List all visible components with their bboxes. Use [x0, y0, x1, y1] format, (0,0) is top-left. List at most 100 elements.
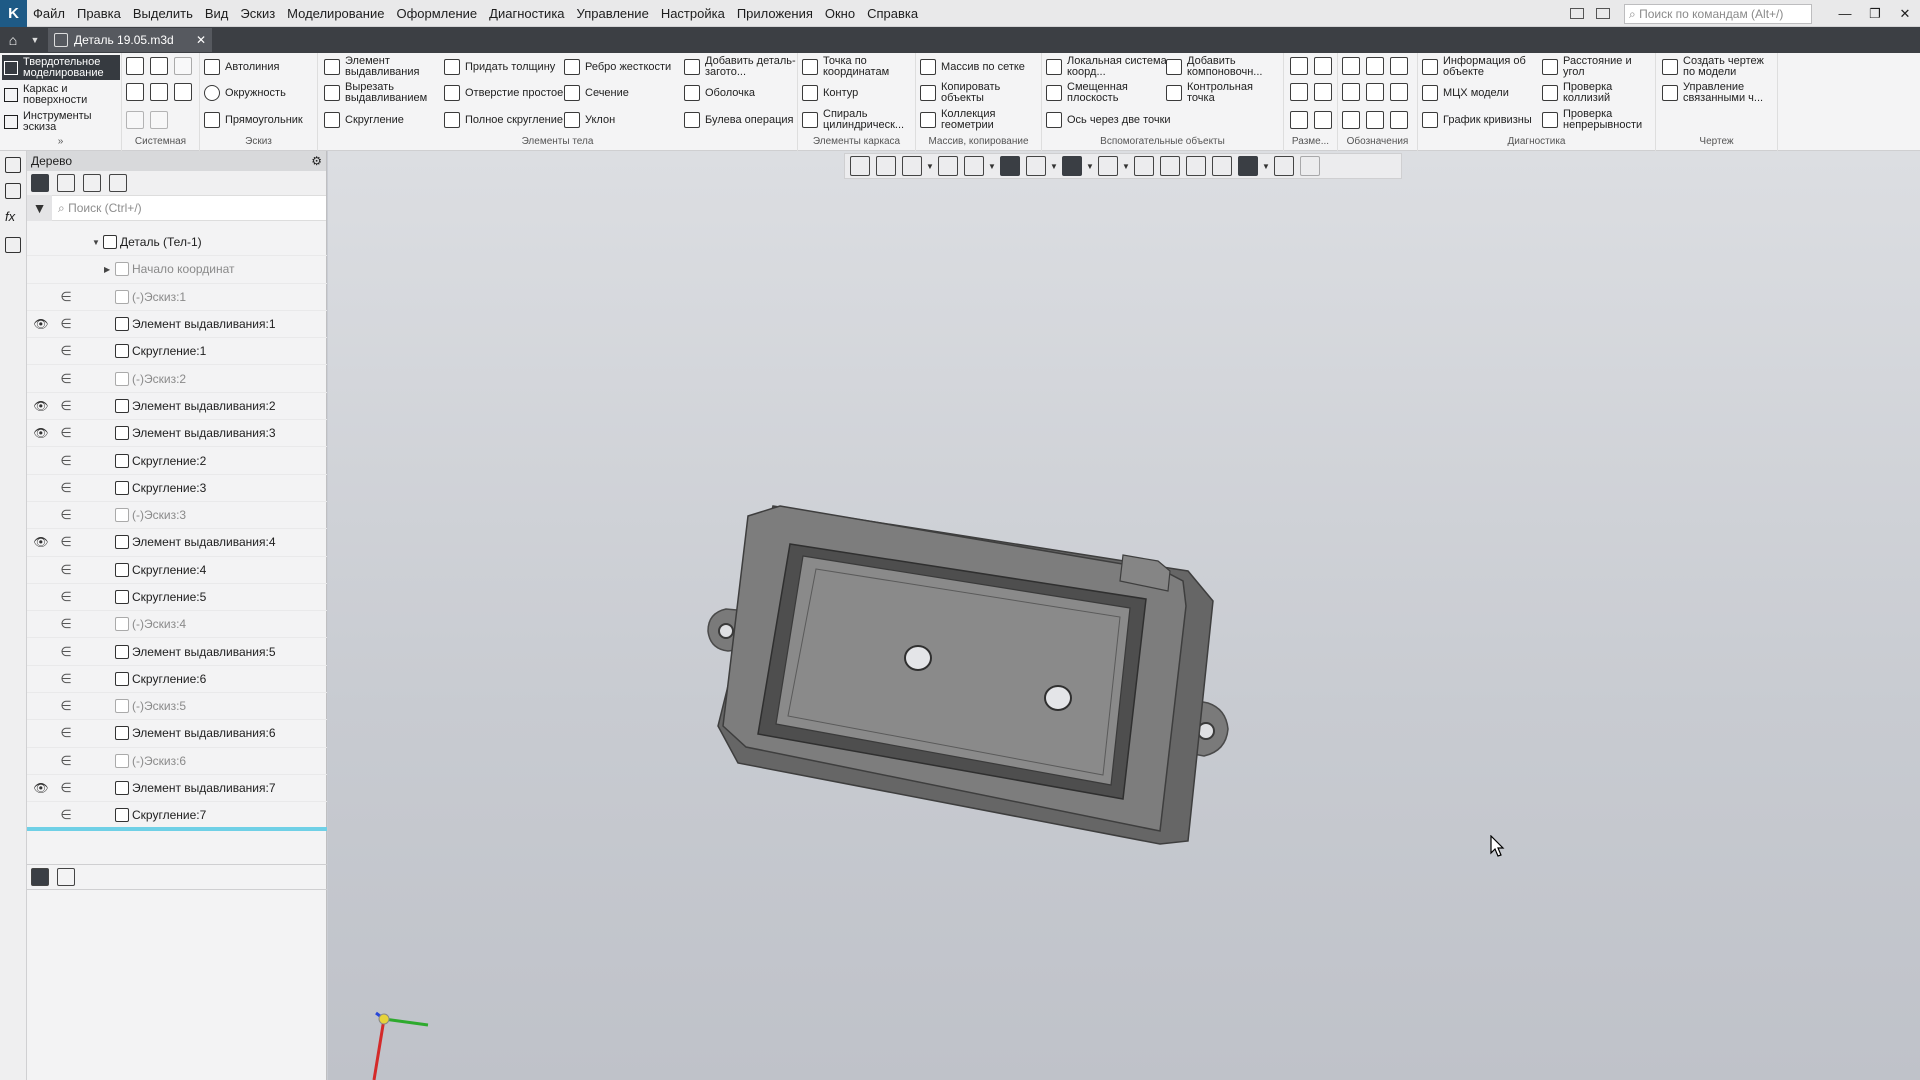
add-blank-part-button[interactable]: Добавить деталь-загото... — [684, 55, 797, 79]
dependency-icon[interactable]: ∈ — [60, 780, 72, 796]
tree-row[interactable]: ∈ Скругление:2 — [27, 447, 327, 475]
menu-item-5[interactable]: Моделирование — [281, 0, 390, 27]
mark-icon[interactable] — [1390, 83, 1408, 101]
geometry-collection-button[interactable]: Коллекция геометрии — [920, 108, 1041, 132]
visibility-eye-icon[interactable]: 👁 — [33, 426, 49, 440]
dependency-icon[interactable]: ∈ — [60, 453, 72, 469]
mass-properties-button[interactable]: МЦХ модели — [1422, 81, 1509, 105]
menu-item-12[interactable]: Справка — [861, 0, 924, 27]
tree-row[interactable]: ∈ Скругление:4 — [27, 557, 327, 584]
layers-icon[interactable] — [5, 237, 21, 253]
base-icon[interactable] — [1390, 57, 1408, 75]
thread-icon[interactable] — [1390, 111, 1408, 129]
app-logo-icon[interactable]: K — [0, 0, 27, 27]
tree-row[interactable]: 👁 ∈ Элемент выдавливания:3 — [27, 420, 327, 448]
dependency-icon[interactable]: ∈ — [60, 534, 72, 550]
3d-viewport[interactable]: ▼ ▼ ▼ ▼ ▼ ▼ — [328, 151, 1920, 1080]
full-fillet-button[interactable]: Полное скругление — [444, 108, 563, 132]
datum-icon[interactable] — [1366, 111, 1384, 129]
distance-angle-button[interactable]: Расстояние и угол — [1542, 55, 1655, 79]
tree-relations-icon[interactable] — [83, 174, 101, 192]
tree-row[interactable]: ∈ Скругление:6 — [27, 666, 327, 694]
tab-dropdown-icon[interactable]: ▼ — [26, 35, 44, 45]
variables-fx-icon[interactable]: fx — [5, 209, 21, 225]
open-document-icon[interactable] — [150, 57, 168, 75]
thicken-button[interactable]: Придать толщину — [444, 55, 555, 79]
tree-select-icon[interactable] — [109, 174, 127, 192]
angular-dim-icon[interactable] — [1290, 83, 1308, 101]
menu-item-8[interactable]: Управление — [571, 0, 655, 27]
close-button[interactable]: ✕ — [1890, 0, 1920, 27]
chain-dim-icon[interactable] — [1290, 111, 1308, 129]
home-icon[interactable]: ⌂ — [0, 27, 26, 53]
layout-icon[interactable] — [1570, 8, 1584, 19]
grid-array-button[interactable]: Массив по сетке — [920, 55, 1025, 79]
shell-button[interactable]: Оболочка — [684, 81, 755, 105]
dependency-icon[interactable]: ∈ — [60, 753, 72, 769]
command-search-input[interactable]: ⌕ Поиск по командам (Alt+/) — [1624, 3, 1812, 24]
part-model[interactable] — [328, 151, 1920, 1080]
menu-item-6[interactable]: Оформление — [390, 0, 483, 27]
list-view-icon[interactable] — [57, 868, 75, 886]
cut-extrude-button[interactable]: Вырезать выдавливанием — [324, 81, 455, 105]
linear-dim-icon[interactable] — [1290, 57, 1308, 75]
leader-icon[interactable] — [1342, 57, 1360, 75]
undo-icon[interactable] — [126, 111, 144, 129]
mode-sketch-tools[interactable]: Инструменты эскиза — [2, 109, 120, 134]
circle-button[interactable]: Окружность — [204, 81, 286, 105]
expand-modes-icon[interactable]: » — [0, 136, 121, 149]
curvature-graph-button[interactable]: График кривизны — [1422, 108, 1532, 132]
point-by-coords-button[interactable]: Точка по координатам — [802, 55, 915, 79]
tree-row[interactable]: ∈ (-)Эскиз:1 — [27, 284, 327, 311]
menu-item-4[interactable]: Эскиз — [234, 0, 281, 27]
menu-item-7[interactable]: Диагностика — [483, 0, 570, 27]
control-point-button[interactable]: Контрольная точка — [1166, 81, 1283, 105]
restore-button[interactable]: ❐ — [1860, 0, 1890, 27]
visibility-eye-icon[interactable]: 👁 — [33, 781, 49, 795]
roughness-icon[interactable] — [1366, 57, 1384, 75]
visibility-eye-icon[interactable]: 👁 — [33, 399, 49, 413]
copy-objects-button[interactable]: Копировать объекты — [920, 81, 1041, 105]
tree-row[interactable]: ∈ (-)Эскиз:3 — [27, 502, 327, 530]
boolean-button[interactable]: Булева операция — [684, 108, 794, 132]
dependency-icon[interactable]: ∈ — [60, 807, 72, 823]
menu-item-3[interactable]: Вид — [199, 0, 235, 27]
menu-item-1[interactable]: Правка — [71, 0, 127, 27]
auto-dim-icon[interactable] — [1314, 111, 1332, 129]
visibility-eye-icon[interactable]: 👁 — [33, 535, 49, 549]
dependency-icon[interactable]: ∈ — [60, 616, 72, 632]
tree-view-icon[interactable] — [31, 868, 49, 886]
dependency-icon[interactable]: ∈ — [60, 371, 72, 387]
tree-row[interactable]: ∈ (-)Эскиз:2 — [27, 365, 327, 393]
tree-root-row[interactable]: ▼ Деталь (Тел-1) — [27, 229, 327, 257]
dependency-icon[interactable]: ∈ — [60, 698, 72, 714]
dependency-icon[interactable]: ∈ — [60, 343, 72, 359]
tree-row[interactable]: 👁 ∈ Элемент выдавливания:7 — [27, 775, 327, 803]
dependency-icon[interactable]: ∈ — [60, 589, 72, 605]
weld-icon[interactable] — [1366, 83, 1384, 101]
dependency-icon[interactable]: ∈ — [60, 398, 72, 414]
draft-button[interactable]: Уклон — [564, 108, 615, 132]
visibility-eye-icon[interactable]: 👁 — [33, 317, 49, 331]
rectangle-button[interactable]: Прямоугольник — [204, 108, 303, 132]
dependency-icon[interactable]: ∈ — [60, 316, 72, 332]
manage-linked-button[interactable]: Управление связанными ч... — [1662, 81, 1777, 105]
save-icon[interactable] — [174, 57, 192, 75]
minimize-button[interactable]: — — [1830, 0, 1860, 27]
expand-icon[interactable]: ▶ — [104, 265, 110, 274]
tree-search-input[interactable]: ⌕ Поиск (Ctrl+/) — [58, 201, 142, 216]
parameters-panel-icon[interactable] — [5, 183, 21, 199]
filter-icon[interactable]: ▼ — [27, 195, 52, 221]
tree-origin-row[interactable]: ▶ Начало координат — [27, 256, 327, 284]
tree-history-icon[interactable] — [57, 174, 75, 192]
dependency-icon[interactable]: ∈ — [60, 289, 72, 305]
menu-item-2[interactable]: Выделить — [127, 0, 199, 27]
tree-row[interactable]: 👁 ∈ Элемент выдавливания:4 — [27, 529, 327, 557]
simple-hole-button[interactable]: Отверстие простое — [444, 81, 563, 105]
menu-item-10[interactable]: Приложения — [731, 0, 819, 27]
mode-solid-modeling[interactable]: Твердотельное моделирование — [2, 55, 120, 80]
menu-item-0[interactable]: Файл — [27, 0, 71, 27]
fillet-button[interactable]: Скругление — [324, 108, 404, 132]
tree-row[interactable]: ∈ Скругление:5 — [27, 584, 327, 612]
tree-row[interactable]: 👁 ∈ Элемент выдавливания:1 — [27, 311, 327, 339]
